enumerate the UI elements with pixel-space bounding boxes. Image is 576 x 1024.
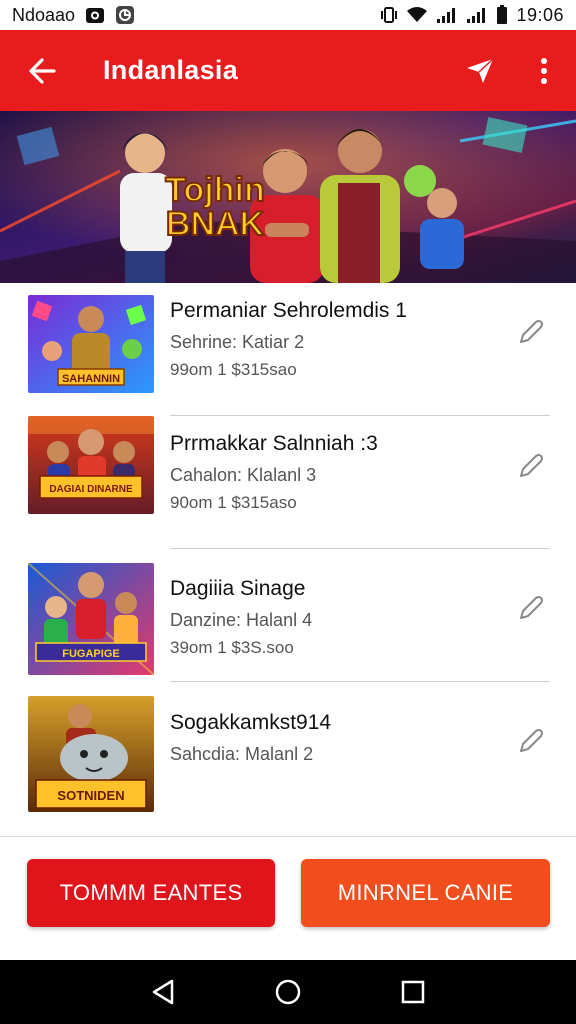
pencil-icon — [520, 454, 543, 477]
banner-title-line2: BNAK — [166, 205, 265, 243]
hero-banner[interactable]: Tojhin BNAK — [0, 111, 576, 283]
status-bar: Ndoaao 19:06 — [0, 0, 576, 30]
primary-action-button[interactable]: TOMMM EANTES — [27, 859, 275, 927]
game-subtitle: Danzine: Halanl 4 — [170, 610, 313, 630]
battery-icon — [496, 5, 508, 25]
more-vert-icon — [541, 57, 547, 84]
banner-title-line1: Tojhin — [165, 171, 264, 209]
camera-notification-icon — [85, 5, 105, 25]
pencil-icon — [520, 596, 543, 619]
back-button[interactable] — [0, 30, 84, 111]
game-subtitle: Cahalon: Klalanl 3 — [170, 465, 317, 485]
vibrate-icon — [380, 5, 398, 25]
pencil-icon — [520, 729, 543, 752]
home-circle-icon — [275, 979, 301, 1005]
list-item[interactable]: SAHANNIN Permaniar Sehrolemdis 1 Sehrine… — [0, 283, 576, 416]
game-thumbnail: FUGAPIGE — [28, 563, 154, 675]
game-title: Sogakkamkst914 — [170, 711, 332, 734]
signal-icon — [466, 6, 488, 24]
thumbnail-caption: FUGAPIGE — [62, 648, 119, 660]
nav-home-button[interactable] — [258, 960, 318, 1024]
carrier-label: Ndoaao — [12, 4, 76, 25]
game-price: 99om 1 $315sao — [170, 360, 297, 379]
list-item[interactable]: DAGIAI DINARNE Prrmakkar Salnniah :3 Cah… — [0, 416, 576, 549]
game-title: Permaniar Sehrolemdis 1 — [170, 299, 407, 322]
app-bar: Indanlasia — [0, 30, 576, 111]
list-item[interactable]: FUGAPIGE Dagiiia Sinage Danzine: Halanl … — [0, 549, 576, 682]
game-thumbnail: SOTNIDEN — [28, 696, 154, 812]
more-options-button[interactable] — [512, 30, 576, 111]
game-thumbnail: DAGIAI DINARNE — [28, 416, 154, 514]
signal-icon — [436, 6, 458, 24]
list-bottom-divider — [0, 836, 576, 837]
send-button[interactable] — [448, 30, 512, 111]
status-time: 19:06 — [516, 4, 564, 25]
game-subtitle: Sehrine: Katiar 2 — [170, 332, 305, 352]
game-title: Prrmakkar Salnniah :3 — [170, 432, 378, 455]
wifi-icon — [406, 6, 428, 24]
pencil-icon — [520, 320, 543, 343]
game-price: 90om 1 $315aso — [170, 493, 297, 512]
back-triangle-icon — [152, 979, 173, 1005]
recents-square-icon — [402, 980, 425, 1004]
thumbnail-caption: DAGIAI DINARNE — [49, 484, 133, 495]
game-thumbnail: SAHANNIN — [28, 295, 154, 393]
thumbnail-caption: SAHANNIN — [62, 373, 120, 385]
game-title: Dagiiia Sinage — [170, 577, 306, 600]
nav-recents-button[interactable] — [383, 960, 443, 1024]
nav-back-button[interactable] — [133, 960, 193, 1024]
page-title: Indanlasia — [103, 55, 239, 85]
edit-button[interactable] — [514, 449, 548, 483]
game-list: SAHANNIN Permaniar Sehrolemdis 1 Sehrine… — [0, 283, 576, 815]
system-nav-bar — [0, 960, 576, 1024]
game-price: 39om 1 $3S.soo — [170, 638, 294, 657]
edit-button[interactable] — [514, 591, 548, 625]
game-subtitle: Sahcdia: Malanl 2 — [170, 744, 314, 764]
send-icon — [467, 57, 494, 83]
edit-button[interactable] — [514, 315, 548, 349]
app-notification-icon — [115, 5, 135, 25]
list-item[interactable]: SOTNIDEN Sogakkamkst914 Sahcdia: Malanl … — [0, 682, 576, 815]
thumbnail-caption: SOTNIDEN — [57, 788, 124, 803]
secondary-action-button[interactable]: MINRNEL CANIE — [301, 859, 550, 927]
banner-artwork: Tojhin BNAK — [0, 111, 576, 283]
edit-button[interactable] — [514, 724, 548, 758]
back-arrow-icon — [29, 57, 56, 84]
